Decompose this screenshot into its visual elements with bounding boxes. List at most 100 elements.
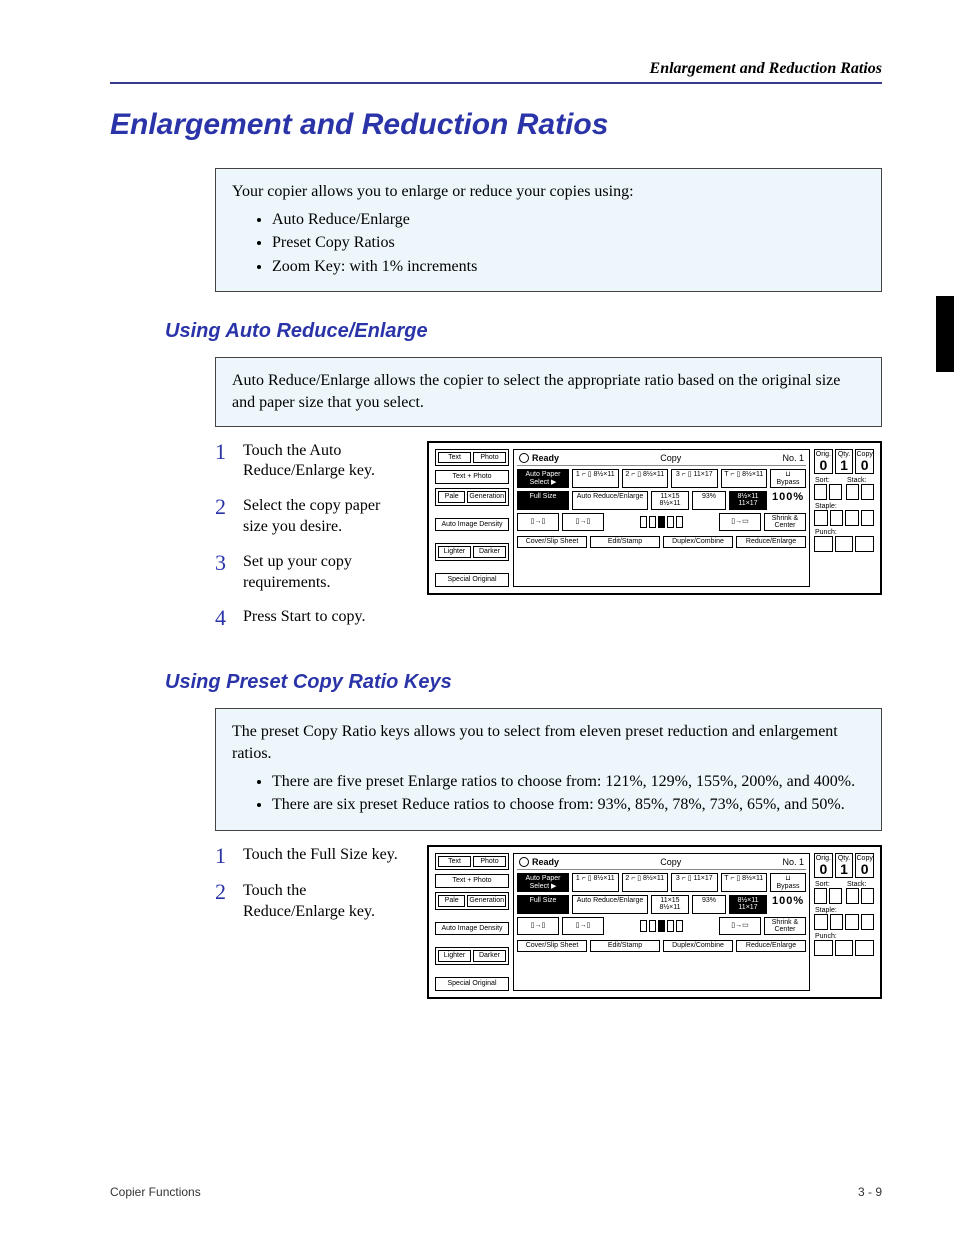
staple-option-icon[interactable] <box>830 914 844 930</box>
ratio-button[interactable]: 11×15 8½×11 <box>651 491 689 510</box>
special-original-button[interactable]: Special Original <box>435 573 509 587</box>
zoom-value: 100% <box>770 895 806 914</box>
punch-option-icon[interactable] <box>814 536 833 552</box>
bypass-button[interactable]: ⊔ Bypass <box>770 873 806 892</box>
ratio-button[interactable]: 8½×11 11×17 <box>729 895 767 914</box>
staple-option-icon[interactable] <box>845 510 859 526</box>
density-scale[interactable] <box>607 513 716 532</box>
punch-option-icon[interactable] <box>835 940 854 956</box>
running-header: Enlargement and Reduction Ratios <box>110 60 882 78</box>
stack-label: Stack: <box>846 881 874 888</box>
preset-bullet: There are six preset Reduce ratios to ch… <box>272 794 865 816</box>
ratio-button[interactable]: 11×15 8½×11 <box>651 895 689 914</box>
page-title: Enlargement and Reduction Ratios <box>110 108 882 142</box>
tab-cover-slip[interactable]: Cover/Slip Sheet <box>517 536 587 547</box>
intro-bullet: Zoom Key: with 1% increments <box>272 256 865 278</box>
punch-option-icon[interactable] <box>835 536 854 552</box>
shrink-center-button[interactable]: Shrink & Center <box>764 917 806 936</box>
punch-option-icon[interactable] <box>814 940 833 956</box>
ratio-percent-button[interactable]: 93% <box>692 491 726 510</box>
full-size-button[interactable]: Full Size <box>517 895 569 914</box>
staple-label: Staple: <box>814 503 874 510</box>
auto-reduce-enlarge-button[interactable]: Auto Reduce/Enlarge <box>572 491 648 510</box>
staple-label: Staple: <box>814 907 874 914</box>
auto-reduce-enlarge-button[interactable]: Auto Reduce/Enlarge <box>572 895 648 914</box>
tray-button[interactable]: 1 ⌐ ▯ 8½×11 <box>572 469 619 488</box>
auto-box: Auto Reduce/Enlarge allows the copier to… <box>215 357 882 426</box>
tray-button[interactable]: 3 ⌐ ▯ 11×17 <box>671 469 718 488</box>
step-text: Select the copy paper size you desire. <box>243 496 407 538</box>
lighter-darker-buttons[interactable]: LighterDarker <box>435 543 509 561</box>
staple-option-icon[interactable] <box>861 510 875 526</box>
punch-option-icon[interactable] <box>855 536 874 552</box>
tab-duplex-combine[interactable]: Duplex/Combine <box>663 940 733 951</box>
tab-cover-slip[interactable]: Cover/Slip Sheet <box>517 940 587 951</box>
tab-reduce-enlarge[interactable]: Reduce/Enlarge <box>736 536 806 547</box>
orientation-icon[interactable]: ▯→▯ <box>517 513 559 532</box>
pale-generation-buttons[interactable]: PaleGeneration <box>435 892 509 910</box>
tray-button[interactable]: T ⌐ ▯ 8½×11 <box>721 873 768 892</box>
sort-option-icon[interactable] <box>829 484 842 500</box>
tab-edit-stamp[interactable]: Edit/Stamp <box>590 940 660 951</box>
tray-button[interactable]: 1 ⌐ ▯ 8½×11 <box>572 873 619 892</box>
shrink-center-button[interactable]: Shrink & Center <box>764 513 806 532</box>
auto-paper-select-button[interactable]: Auto Paper Select ▶ <box>517 469 569 488</box>
header-rule <box>110 82 882 84</box>
special-original-button[interactable]: Special Original <box>435 977 509 991</box>
counter-orig: Orig.0 <box>814 449 833 474</box>
auto-image-density-button[interactable]: Auto Image Density <box>435 922 509 936</box>
tray-button[interactable]: 3 ⌐ ▯ 11×17 <box>671 873 718 892</box>
auto-paper-select-button[interactable]: Auto Paper Select ▶ <box>517 873 569 892</box>
step-text: Press Start to copy. <box>243 607 366 629</box>
stack-option-icon[interactable] <box>846 484 859 500</box>
density-scale[interactable] <box>607 917 716 936</box>
text-photo-buttons[interactable]: TextPhoto <box>435 853 509 871</box>
ratio-button[interactable]: 8½×11 11×17 <box>729 491 767 510</box>
pale-generation-buttons[interactable]: PaleGeneration <box>435 488 509 506</box>
orientation-icon[interactable]: ▯→▯ <box>562 917 604 936</box>
full-size-button[interactable]: Full Size <box>517 491 569 510</box>
copier-panel-screenshot: TextPhoto Text + Photo PaleGeneration Au… <box>427 441 882 595</box>
staple-option-icon[interactable] <box>814 510 828 526</box>
tray-button[interactable]: 2 ⌐ ▯ 8½×11 <box>622 873 669 892</box>
staple-option-icon[interactable] <box>861 914 875 930</box>
text-plus-photo-button[interactable]: Text + Photo <box>435 470 509 484</box>
sort-option-icon[interactable] <box>814 888 827 904</box>
section-tab <box>936 296 954 372</box>
tab-duplex-combine[interactable]: Duplex/Combine <box>663 536 733 547</box>
zoom-value: 100% <box>770 491 806 510</box>
tray-button[interactable]: 2 ⌐ ▯ 8½×11 <box>622 469 669 488</box>
sort-option-icon[interactable] <box>829 888 842 904</box>
counter-qty: Qty.1 <box>835 449 854 474</box>
text-plus-photo-button[interactable]: Text + Photo <box>435 874 509 888</box>
mode-label: Copy <box>660 453 681 463</box>
stack-option-icon[interactable] <box>846 888 859 904</box>
ratio-percent-button[interactable]: 93% <box>692 895 726 914</box>
footer-right: 3 - 9 <box>858 1185 882 1199</box>
orientation-icon[interactable]: ▯→▯ <box>562 513 604 532</box>
orientation-icon[interactable]: ▯→▭ <box>719 513 761 532</box>
staple-option-icon[interactable] <box>845 914 859 930</box>
auto-image-density-button[interactable]: Auto Image Density <box>435 518 509 532</box>
step-text: Touch the Full Size key. <box>243 845 398 867</box>
punch-option-icon[interactable] <box>855 940 874 956</box>
tab-edit-stamp[interactable]: Edit/Stamp <box>590 536 660 547</box>
tray-button[interactable]: T ⌐ ▯ 8½×11 <box>721 469 768 488</box>
orientation-icon[interactable]: ▯→▭ <box>719 917 761 936</box>
orientation-icon[interactable]: ▯→▯ <box>517 917 559 936</box>
lighter-darker-buttons[interactable]: LighterDarker <box>435 947 509 965</box>
sort-option-icon[interactable] <box>814 484 827 500</box>
stack-option-icon[interactable] <box>861 484 874 500</box>
counter-copy: Copy0 <box>855 449 874 474</box>
step-number: 2 <box>215 496 231 538</box>
bypass-button[interactable]: ⊔ Bypass <box>770 469 806 488</box>
staple-option-icon[interactable] <box>830 510 844 526</box>
text-photo-buttons[interactable]: TextPhoto <box>435 449 509 467</box>
job-number: No. 1 <box>782 453 804 463</box>
ready-indicator: Ready <box>519 857 559 868</box>
stack-option-icon[interactable] <box>861 888 874 904</box>
staple-option-icon[interactable] <box>814 914 828 930</box>
mode-label: Copy <box>660 857 681 867</box>
preset-bullet: There are five preset Enlarge ratios to … <box>272 771 865 793</box>
tab-reduce-enlarge[interactable]: Reduce/Enlarge <box>736 940 806 951</box>
